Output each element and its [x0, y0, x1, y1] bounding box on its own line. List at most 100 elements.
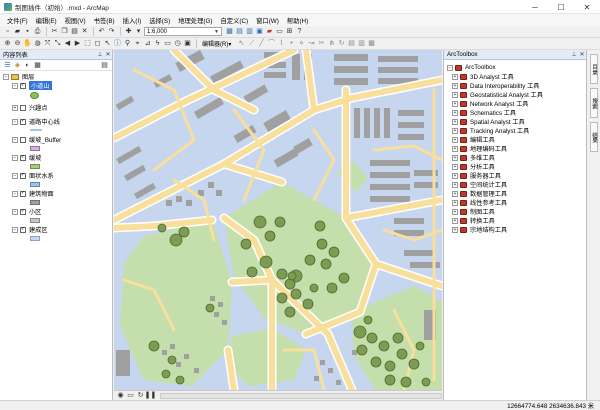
- layer-symbol[interactable]: [30, 182, 40, 187]
- save-icon[interactable]: ▪: [23, 27, 32, 36]
- layer-symbol[interactable]: [30, 218, 40, 223]
- collapse-icon[interactable]: −: [12, 136, 18, 143]
- collapse-icon[interactable]: −: [12, 82, 18, 89]
- toolbox-item[interactable]: + 地理编码工具: [452, 144, 507, 153]
- expand-icon[interactable]: +: [12, 104, 18, 111]
- toc-layer-row[interactable]: − 缓坡_Buffer: [12, 135, 61, 144]
- collapse-icon[interactable]: −: [12, 154, 18, 161]
- find-icon[interactable]: ⚲: [123, 39, 132, 48]
- redo-icon[interactable]: ↷: [107, 27, 116, 36]
- trace-icon[interactable]: ⌇: [277, 39, 286, 48]
- layer-visibility-checkbox[interactable]: ✓: [20, 172, 26, 179]
- html-popup-icon[interactable]: ▭: [163, 39, 172, 48]
- undo-icon[interactable]: ↶: [97, 27, 106, 36]
- select-features-icon[interactable]: ⬚: [83, 39, 92, 48]
- menu-selection[interactable]: 选择(S): [145, 16, 174, 25]
- menu-customize[interactable]: 自定义(C): [216, 16, 252, 25]
- toolbox-item[interactable]: + 编辑工具: [452, 135, 495, 144]
- collapse-icon[interactable]: −: [12, 190, 18, 197]
- copy-icon[interactable]: ❐: [60, 27, 69, 36]
- arctoolbox-root[interactable]: − ArcToolbox: [447, 63, 496, 72]
- layer-name[interactable]: 道路中心线: [29, 117, 60, 126]
- layer-visibility-checkbox[interactable]: [20, 136, 26, 143]
- list-by-visibility-icon[interactable]: ◐: [23, 61, 32, 70]
- list-by-selection-icon[interactable]: ▦: [33, 61, 42, 70]
- point-icon[interactable]: •: [287, 39, 296, 48]
- select-elements-icon[interactable]: ↖: [103, 39, 112, 48]
- layer-symbol[interactable]: [30, 200, 40, 205]
- list-by-drawing-order-icon[interactable]: ☰: [3, 61, 12, 70]
- expand-icon[interactable]: +: [452, 217, 458, 224]
- toolbox-item[interactable]: + Schematics 工具: [452, 108, 516, 117]
- toolbox-item[interactable]: + 多维工具: [452, 153, 495, 162]
- toc-layer-row[interactable]: − ✓ 道路中心线: [12, 117, 60, 126]
- measure-icon[interactable]: ⊿: [143, 39, 152, 48]
- tab-catalog[interactable]: 目录: [590, 54, 598, 84]
- toc-layers-root[interactable]: − 图层: [3, 72, 34, 81]
- toc-layer-row[interactable]: − ✓ 建成区: [12, 225, 48, 234]
- expand-icon[interactable]: +: [452, 199, 458, 206]
- menu-edit[interactable]: 编辑(E): [32, 16, 61, 25]
- edit-vertices-icon[interactable]: ⋄: [297, 39, 306, 48]
- layer-name[interactable]: 建成区: [29, 225, 48, 234]
- catalog-window-icon[interactable]: ▥: [245, 27, 254, 36]
- close-icon[interactable]: ✕: [104, 51, 112, 58]
- toc-layer-row[interactable]: − ✓ 建筑物面: [12, 189, 54, 198]
- paste-icon[interactable]: ▤: [70, 27, 79, 36]
- toolbox-item[interactable]: + 分析工具: [452, 162, 495, 171]
- end-point-arc-icon[interactable]: ⌒: [267, 39, 276, 48]
- menu-windows[interactable]: 窗口(W): [252, 16, 283, 25]
- toolbox-item[interactable]: + Geostatistical Analyst 工具: [452, 90, 543, 99]
- toc-layer-row[interactable]: − ✓ 小区: [12, 207, 41, 216]
- pin-icon[interactable]: ⊥: [570, 51, 578, 58]
- toolbox-item[interactable]: + 数据管理工具: [452, 189, 507, 198]
- map-display[interactable]: [114, 50, 442, 390]
- expand-icon[interactable]: +: [452, 145, 458, 152]
- tab-search[interactable]: 搜索: [590, 88, 598, 118]
- refresh-icon[interactable]: ↻: [136, 391, 145, 400]
- reshape-icon[interactable]: ↝: [307, 39, 316, 48]
- list-by-source-icon[interactable]: ◈: [13, 61, 22, 70]
- expand-icon[interactable]: +: [452, 82, 458, 89]
- toolbox-item[interactable]: + 线性参考工具: [452, 198, 507, 207]
- forward-icon[interactable]: ▶: [73, 39, 82, 48]
- layer-visibility-checkbox[interactable]: ✓: [20, 118, 26, 125]
- cut-icon[interactable]: ✂: [50, 27, 59, 36]
- back-icon[interactable]: ◀: [63, 39, 72, 48]
- create-viewer-icon[interactable]: ▣: [183, 39, 192, 48]
- layer-symbol[interactable]: [30, 92, 39, 99]
- collapse-icon[interactable]: −: [12, 226, 18, 233]
- toolbox-item[interactable]: + Data Interoperability 工具: [452, 81, 539, 90]
- layer-name[interactable]: 建筑物面: [29, 189, 54, 198]
- expand-icon[interactable]: +: [452, 172, 458, 179]
- layer-visibility-checkbox[interactable]: ✓: [20, 82, 26, 89]
- layer-name[interactable]: 小区: [29, 207, 41, 216]
- expand-icon[interactable]: +: [452, 127, 458, 134]
- fixed-zoom-out-icon[interactable]: ⤡: [53, 39, 62, 48]
- dropdown-arrow-icon[interactable]: ▾: [134, 27, 143, 36]
- horizontal-scrollbar[interactable]: [160, 392, 442, 399]
- collapse-icon[interactable]: −: [447, 64, 453, 71]
- cut-polygons-icon[interactable]: ✂: [317, 39, 326, 48]
- menu-bookmarks[interactable]: 书签(B): [90, 16, 119, 25]
- create-features-icon[interactable]: ▦: [367, 39, 376, 48]
- split-icon[interactable]: ⋔: [327, 39, 336, 48]
- pin-icon[interactable]: ⊥: [96, 51, 104, 58]
- clear-selection-icon[interactable]: ◻: [93, 39, 102, 48]
- table-of-contents-icon[interactable]: ▤: [235, 27, 244, 36]
- layer-name[interactable]: 面状水系: [29, 171, 54, 180]
- full-extent-icon[interactable]: ◍: [33, 39, 42, 48]
- delete-icon[interactable]: ✕: [80, 27, 89, 36]
- collapse-icon[interactable]: −: [12, 208, 18, 215]
- open-folder-icon[interactable]: ▰: [13, 27, 22, 36]
- editor-toolbar-icon[interactable]: ▦: [225, 27, 234, 36]
- arctoolbox-icon[interactable]: ▰: [265, 27, 274, 36]
- toc-layer-row[interactable]: − ✓ 面状水系: [12, 171, 54, 180]
- layout-view-icon[interactable]: ▭: [126, 391, 135, 400]
- straight-segment-icon[interactable]: ╱: [257, 39, 266, 48]
- help-icon[interactable]: ?: [295, 27, 304, 36]
- search-window-icon[interactable]: ▣: [255, 27, 264, 36]
- zoom-out-icon[interactable]: ⊖: [13, 39, 22, 48]
- toolbox-item[interactable]: + 转换工具: [452, 216, 495, 225]
- toolbox-item[interactable]: + Network Analyst 工具: [452, 99, 528, 108]
